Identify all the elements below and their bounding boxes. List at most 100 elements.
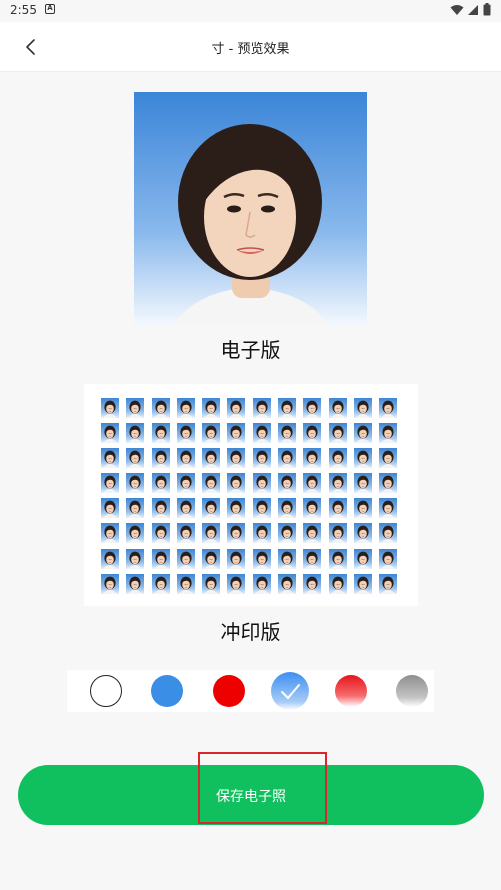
print-photo-grid	[101, 398, 398, 594]
background-color-selector	[67, 670, 434, 712]
print-photo-tile	[101, 548, 119, 569]
print-photo-tile	[101, 573, 119, 594]
print-photo-tile	[101, 473, 119, 494]
print-photo-tile	[379, 423, 398, 444]
print-photo-tile	[227, 498, 246, 519]
swatch-red-gradient[interactable]	[335, 675, 367, 707]
swatch-blue-gradient[interactable]	[271, 672, 309, 710]
swatch-red[interactable]	[213, 675, 245, 707]
print-photo-tile	[303, 548, 322, 569]
print-photo-tile	[278, 548, 297, 569]
print-photo-tile	[278, 498, 297, 519]
print-photo-tile	[202, 548, 221, 569]
print-photo-tile	[303, 498, 322, 519]
save-electronic-photo-button[interactable]: 保存电子照	[18, 765, 484, 825]
print-photo-tile	[126, 573, 145, 594]
print-photo-tile	[252, 573, 271, 594]
page-title: 寸 - 预览效果	[211, 42, 290, 57]
print-photo-tile	[328, 548, 347, 569]
print-photo-tile	[278, 423, 297, 444]
print-photo-tile	[101, 423, 119, 444]
print-photo-tile	[176, 448, 195, 469]
swatch-white[interactable]	[90, 675, 122, 707]
status-icons	[450, 3, 491, 16]
print-photo-tile	[202, 473, 221, 494]
print-photo-tile	[252, 423, 271, 444]
print-photo-tile	[176, 473, 195, 494]
print-photo-tile	[353, 523, 372, 544]
print-photo-tile	[202, 573, 221, 594]
print-photo-tile	[151, 398, 170, 418]
print-photo-tile	[126, 473, 145, 494]
print-photo-tile	[278, 398, 297, 418]
id-photo-preview	[134, 92, 367, 325]
battery-icon	[483, 3, 491, 16]
swatch-blue[interactable]	[151, 675, 183, 707]
swatch-gray-gradient[interactable]	[396, 675, 428, 707]
wifi-icon	[450, 4, 464, 15]
print-photo-tile	[126, 448, 145, 469]
print-photo-tile	[328, 473, 347, 494]
electronic-version-label: 电子版	[220, 338, 281, 362]
print-photo-tile	[101, 498, 119, 519]
print-photo-tile	[252, 473, 271, 494]
print-photo-tile	[328, 423, 347, 444]
print-photo-tile	[303, 448, 322, 469]
print-photo-tile	[379, 498, 398, 519]
print-photo-tile	[126, 548, 145, 569]
print-photo-tile	[101, 448, 119, 469]
print-photo-tile	[227, 573, 246, 594]
print-photo-tile	[252, 498, 271, 519]
print-photo-tile	[328, 498, 347, 519]
app-bar: 寸 - 预览效果	[0, 22, 501, 72]
print-photo-tile	[176, 573, 195, 594]
print-photo-tile	[151, 448, 170, 469]
print-photo-tile	[151, 548, 170, 569]
print-photo-tile	[202, 498, 221, 519]
print-photo-tile	[353, 398, 372, 418]
print-photo-tile	[176, 498, 195, 519]
print-photo-tile	[101, 523, 119, 544]
print-photo-tile	[353, 423, 372, 444]
print-photo-tile	[151, 473, 170, 494]
print-photo-tile	[252, 523, 271, 544]
print-photo-tile	[126, 523, 145, 544]
checkmark-icon	[281, 684, 300, 699]
print-photo-tile	[202, 448, 221, 469]
print-photo-tile	[176, 548, 195, 569]
print-photo-tile	[126, 498, 145, 519]
print-photo-tile	[328, 523, 347, 544]
print-photo-tile	[126, 423, 145, 444]
print-photo-tile	[227, 423, 246, 444]
print-photo-tile	[176, 398, 195, 418]
signal-icon	[468, 4, 478, 15]
print-photo-tile	[151, 573, 170, 594]
print-photo-tile	[379, 548, 398, 569]
print-photo-tile	[252, 548, 271, 569]
print-photo-tile	[202, 423, 221, 444]
print-photo-tile	[353, 548, 372, 569]
print-sheet-preview	[84, 384, 418, 606]
print-photo-tile	[379, 473, 398, 494]
print-version-label: 冲印版	[220, 620, 281, 644]
print-photo-tile	[353, 448, 372, 469]
print-photo-tile	[126, 398, 145, 418]
print-photo-tile	[176, 523, 195, 544]
print-photo-tile	[303, 523, 322, 544]
print-photo-tile	[151, 498, 170, 519]
print-photo-tile	[227, 523, 246, 544]
print-photo-tile	[303, 473, 322, 494]
print-photo-tile	[303, 573, 322, 594]
print-photo-tile	[328, 573, 347, 594]
print-photo-tile	[353, 498, 372, 519]
print-photo-tile	[278, 448, 297, 469]
print-photo-tile	[227, 448, 246, 469]
print-photo-tile	[379, 398, 398, 418]
print-photo-tile	[303, 423, 322, 444]
status-bar: 2:55 A	[0, 0, 501, 22]
print-photo-tile	[379, 523, 398, 544]
print-photo-tile	[303, 398, 322, 418]
print-photo-tile	[227, 473, 246, 494]
print-photo-tile	[379, 448, 398, 469]
print-photo-tile	[379, 573, 398, 594]
